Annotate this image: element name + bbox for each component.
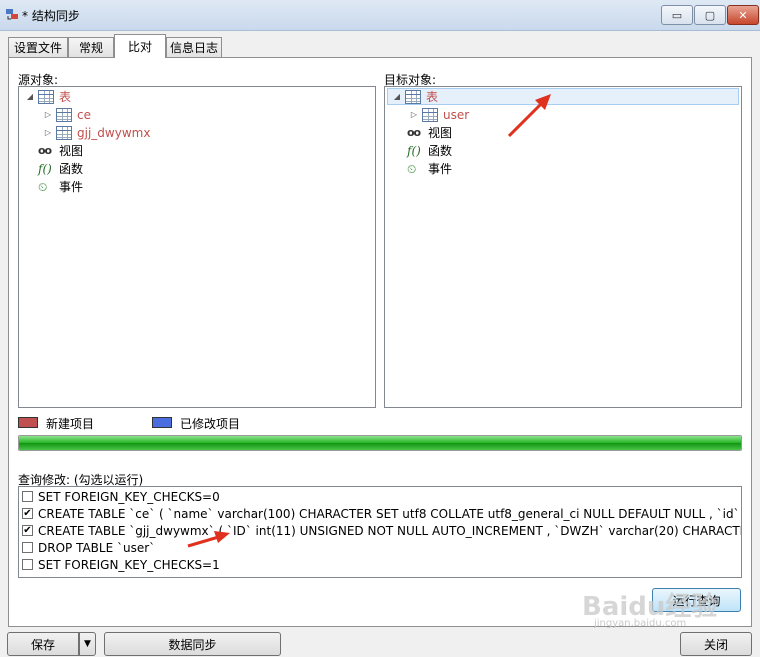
close-icon: ✕ — [738, 8, 748, 22]
table-icon — [56, 107, 72, 122]
tree-node-user[interactable]: ▷ user — [409, 106, 469, 123]
node-label: gjj_dwywmx — [77, 125, 151, 140]
tree-node-tables-selected[interactable]: ◢ 表 — [387, 88, 739, 105]
tree-node-views[interactable]: oo 视图 — [407, 124, 452, 141]
query-text: SET FOREIGN_KEY_CHECKS=0 — [38, 489, 220, 504]
event-icon: ⏲ — [38, 179, 48, 194]
tab-label: 信息日志 — [169, 41, 218, 55]
source-tree[interactable]: ◢ 表 ▷ ce ▷ gjj_dwywmx oo 视图 f() 函数 ⏲ 事件 — [18, 86, 376, 408]
tree-node-views[interactable]: oo 视图 — [38, 142, 83, 159]
view-icon: oo — [407, 125, 421, 139]
checkbox[interactable]: ✔ — [22, 508, 33, 519]
tab-general[interactable]: 常规 — [68, 37, 114, 57]
tab-compare[interactable]: 比对 — [114, 34, 166, 58]
close-window-button[interactable]: ✕ — [727, 5, 759, 25]
query-text: DROP TABLE `user` — [38, 540, 156, 555]
table-icon — [56, 125, 72, 140]
tab-settings-file[interactable]: 设置文件 — [8, 37, 68, 57]
node-label: 事件 — [59, 180, 84, 194]
query-row[interactable]: SET FOREIGN_KEY_CHECKS=1 — [22, 556, 220, 573]
query-text: CREATE TABLE `gjj_dwywmx` ( `ID` int(11)… — [38, 523, 742, 538]
modified-item-label: 已修改项目 — [180, 417, 241, 431]
table-icon — [38, 89, 54, 104]
data-sync-button[interactable]: 数据同步 — [104, 632, 281, 656]
node-label: user — [443, 107, 470, 122]
query-list[interactable]: SET FOREIGN_KEY_CHECKS=0 ✔ CREATE TABLE … — [18, 486, 742, 578]
save-button[interactable]: 保存 — [7, 632, 79, 656]
tree-node-events[interactable]: ⏲ 事件 — [407, 160, 452, 177]
query-row[interactable]: SET FOREIGN_KEY_CHECKS=0 — [22, 488, 220, 505]
tab-label: 常规 — [78, 41, 103, 55]
function-icon: f() — [407, 143, 421, 158]
progress-bar — [18, 435, 742, 451]
function-icon: f() — [38, 161, 52, 176]
query-row[interactable]: DROP TABLE `user` — [22, 539, 155, 556]
button-label: 数据同步 — [168, 637, 217, 652]
new-item-swatch — [18, 417, 38, 428]
query-text: SET FOREIGN_KEY_CHECKS=1 — [38, 557, 220, 572]
title-bar: * 结构同步 ▭ ▢ ✕ — [0, 0, 760, 31]
button-label: 保存 — [30, 637, 55, 652]
table-icon — [405, 89, 421, 104]
node-label: 表 — [59, 90, 72, 104]
save-dropdown-button[interactable]: ▼ — [79, 632, 96, 656]
checkbox[interactable] — [22, 542, 33, 553]
event-icon: ⏲ — [407, 161, 417, 176]
checkbox[interactable] — [22, 559, 33, 570]
chevron-down-icon: ▼ — [84, 639, 91, 649]
query-text: CREATE TABLE `ce` ( `name` varchar(100) … — [38, 506, 742, 521]
node-label: 函数 — [428, 144, 453, 158]
node-label: 函数 — [59, 162, 84, 176]
close-button[interactable]: 关闭 — [680, 632, 752, 656]
node-label: 表 — [426, 90, 439, 104]
tree-node-gjj-dwywmx[interactable]: ▷ gjj_dwywmx — [43, 124, 150, 141]
tree-node-functions[interactable]: f() 函数 — [407, 142, 452, 159]
node-label: 视图 — [59, 144, 84, 158]
checkbox[interactable]: ✔ — [22, 525, 33, 536]
query-row[interactable]: ✔ CREATE TABLE `gjj_dwywmx` ( `ID` int(1… — [22, 522, 742, 539]
button-label: 关闭 — [703, 637, 728, 652]
tab-label: 设置文件 — [13, 41, 62, 55]
tree-node-events[interactable]: ⏲ 事件 — [38, 178, 83, 195]
progress-fill — [19, 436, 741, 450]
tree-node-tables[interactable]: ◢ 表 — [25, 88, 71, 105]
collapsed-arrow-icon[interactable]: ▷ — [43, 128, 53, 137]
app-icon — [6, 9, 18, 20]
expanded-arrow-icon[interactable]: ◢ — [392, 92, 402, 101]
expanded-arrow-icon[interactable]: ◢ — [25, 92, 35, 101]
minimize-button[interactable]: ▭ — [661, 5, 693, 25]
target-tree[interactable]: ◢ 表 ▷ user oo 视图 f() 函数 ⏲ 事件 — [384, 86, 742, 408]
maximize-button[interactable]: ▢ — [694, 5, 726, 25]
tab-message-log[interactable]: 信息日志 — [166, 37, 222, 57]
new-item-label: 新建项目 — [46, 417, 95, 431]
node-label: 事件 — [428, 162, 453, 176]
tab-label: 比对 — [127, 40, 152, 54]
minimize-icon: ▭ — [671, 8, 683, 22]
node-label: 视图 — [428, 126, 453, 140]
tree-node-functions[interactable]: f() 函数 — [38, 160, 83, 177]
query-row[interactable]: ✔ CREATE TABLE `ce` ( `name` varchar(100… — [22, 505, 742, 522]
tree-node-ce[interactable]: ▷ ce — [43, 106, 91, 123]
table-icon — [422, 107, 438, 122]
maximize-icon: ▢ — [704, 8, 716, 22]
watermark-url: jingyan.baidu.com — [594, 618, 687, 629]
window-title: * 结构同步 — [22, 9, 80, 23]
checkbox[interactable] — [22, 491, 33, 502]
node-label: ce — [77, 107, 91, 122]
view-icon: oo — [38, 143, 52, 157]
collapsed-arrow-icon[interactable]: ▷ — [43, 110, 53, 119]
collapsed-arrow-icon[interactable]: ▷ — [409, 110, 419, 119]
modified-item-swatch — [152, 417, 172, 428]
